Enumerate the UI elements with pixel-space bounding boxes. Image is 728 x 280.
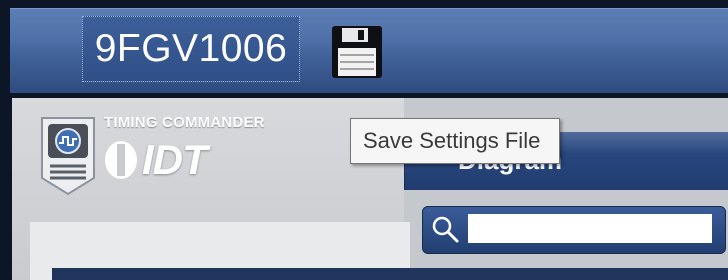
- save-settings-button[interactable]: [330, 24, 384, 80]
- save-settings-tooltip: Save Settings File: [350, 118, 560, 164]
- panel-gap: [404, 190, 728, 206]
- search-input[interactable]: [468, 214, 712, 243]
- window-left-border: [0, 98, 12, 280]
- clock-waveform-badge-icon: [38, 114, 98, 198]
- search-icon[interactable]: [430, 214, 460, 244]
- floppy-disk-icon: [332, 26, 382, 78]
- idt-logo-mark-icon: [105, 141, 137, 179]
- idt-logo: IDT: [104, 136, 208, 183]
- device-name-button[interactable]: 9FGV1006: [82, 16, 300, 82]
- idt-logo-text: IDT: [142, 136, 208, 183]
- product-name-label: TIMING COMMANDER: [104, 114, 265, 131]
- bottom-panel-strip: [52, 268, 728, 280]
